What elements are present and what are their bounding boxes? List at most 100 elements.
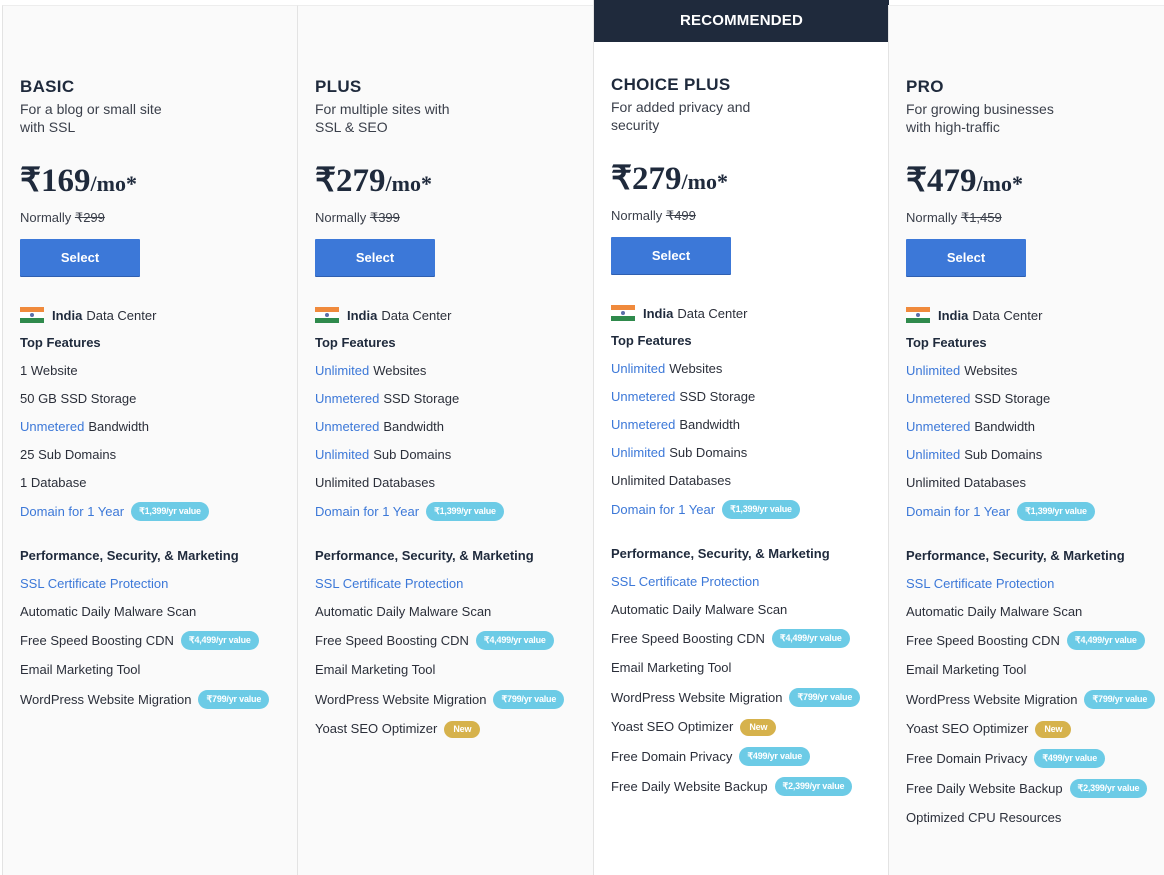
feature-item: Automatic Daily Malware Scan (315, 603, 585, 621)
feature-highlight[interactable]: Unmetered (611, 416, 675, 434)
normal-price: Normally ₹299 (20, 210, 290, 226)
feature-highlight[interactable]: Unmetered (315, 418, 379, 436)
feature-link[interactable]: SSL Certificate Protection (611, 573, 759, 591)
feature-item: 50 GB SSD Storage (20, 390, 290, 408)
feature-item: Free Domain Privacy ₹499/yr value (611, 747, 881, 766)
feature-item: 1 Website (20, 362, 290, 380)
feature-item: 1 Database (20, 474, 290, 492)
normally-label: Normally (611, 208, 663, 223)
plan-description: For a blog or small site with SSL (20, 101, 162, 135)
data-center-country: India (52, 307, 83, 323)
feature-item: SSL Certificate Protection (611, 573, 881, 591)
top-features-title: Top Features (906, 335, 987, 350)
feature-item: Unlimited Sub Domains (906, 446, 1164, 464)
new-badge: New (444, 720, 481, 738)
feature-highlight[interactable]: Unmetered (906, 418, 970, 436)
feature-text: Free Speed Boosting CDN (611, 630, 765, 646)
plan-name: BASIC (20, 77, 75, 96)
feature-text: Yoast SEO Optimizer (906, 721, 1029, 736)
feature-item: Free Speed Boosting CDN ₹4,499/yr value (906, 631, 1164, 650)
performance-features-list: SSL Certificate Protection Automatic Dail… (20, 575, 290, 709)
feature-item: Unlimited Databases (906, 474, 1164, 492)
feature-highlight[interactable]: Unlimited (906, 362, 960, 380)
feature-highlight[interactable]: Unmetered (20, 418, 84, 436)
feature-item: WordPress Website Migration ₹799/yr value (315, 690, 585, 709)
price-period: /mo* (681, 169, 728, 194)
feature-text: Bandwidth (974, 419, 1036, 434)
feature-item: Unlimited Sub Domains (315, 446, 585, 464)
feature-item: Optimized CPU Resources (906, 809, 1164, 827)
feature-link[interactable]: SSL Certificate Protection (315, 575, 463, 593)
feature-item: Unmetered Bandwidth (611, 416, 881, 434)
feature-highlight[interactable]: Unlimited (611, 360, 665, 378)
select-plan-button[interactable]: Select (611, 237, 731, 274)
feature-item: Domain for 1 Year ₹1,399/yr value (611, 500, 881, 519)
plan-card-pro: PRO For growing businesses with high-tra… (888, 5, 1164, 875)
value-badge: ₹499/yr value (739, 747, 811, 766)
select-plan-button[interactable]: Select (315, 239, 435, 276)
feature-item: Unmetered SSD Storage (906, 390, 1164, 408)
plan-card-plus: PLUS For multiple sites with SSL & SEO ₹… (297, 5, 593, 875)
feature-text: Bandwidth (679, 417, 741, 432)
value-badge: ₹4,499/yr value (180, 631, 259, 650)
normally-label: Normally (315, 210, 367, 225)
data-center: India Data Center (906, 306, 1164, 324)
india-flag-icon (611, 305, 635, 321)
value-badge: ₹799/yr value (789, 688, 861, 707)
value-badge: ₹1,399/yr value (1017, 502, 1095, 521)
feature-highlight[interactable]: Unmetered (315, 390, 379, 408)
feature-link[interactable]: Domain for 1 Year (315, 503, 419, 521)
feature-link[interactable]: SSL Certificate Protection (20, 575, 168, 593)
plan-name: PRO (906, 77, 944, 96)
feature-item: Yoast SEO Optimizer New (906, 720, 1164, 738)
feature-item: Unlimited Databases (611, 472, 881, 490)
feature-highlight[interactable]: Unmetered (611, 388, 675, 406)
feature-item: WordPress Website Migration ₹799/yr value (906, 690, 1164, 709)
feature-text: 1 Database (20, 475, 87, 490)
feature-text: SSD Storage (974, 391, 1051, 406)
feature-highlight[interactable]: Unlimited (906, 446, 960, 464)
feature-item: Domain for 1 Year ₹1,399/yr value (906, 502, 1164, 521)
plan-description: For added privacy and security (611, 99, 751, 133)
normally-label: Normally (20, 210, 72, 225)
india-flag-icon (20, 307, 44, 323)
feature-text: Free Daily Website Backup (906, 780, 1063, 796)
select-plan-button[interactable]: Select (20, 239, 140, 276)
feature-item: Unlimited Sub Domains (611, 444, 881, 462)
feature-highlight[interactable]: Unmetered (906, 390, 970, 408)
feature-link[interactable]: SSL Certificate Protection (906, 575, 1054, 593)
price-period: /mo* (976, 171, 1023, 196)
feature-text: Yoast SEO Optimizer (315, 721, 438, 736)
feature-text: Optimized CPU Resources (906, 810, 1062, 825)
feature-item: Yoast SEO Optimizer New (611, 718, 881, 736)
performance-title: Performance, Security, & Marketing (20, 548, 239, 563)
price-amount: ₹279 (611, 161, 682, 197)
feature-highlight[interactable]: Unlimited (611, 444, 665, 462)
feature-link[interactable]: Domain for 1 Year (20, 503, 124, 521)
feature-highlight[interactable]: Unlimited (315, 446, 369, 464)
feature-text: WordPress Website Migration (315, 691, 487, 707)
top-features-list: Unlimited Websites Unmetered SSD Storage Unm… (906, 362, 1164, 521)
feature-link[interactable]: Domain for 1 Year (906, 503, 1010, 521)
feature-text: WordPress Website Migration (611, 689, 783, 705)
feature-item: Automatic Daily Malware Scan (906, 603, 1164, 621)
plan-price: ₹169/mo* (20, 164, 290, 204)
select-plan-button[interactable]: Select (906, 239, 1026, 276)
data-center-country: India (347, 307, 378, 323)
value-badge: ₹1,399/yr value (722, 500, 800, 519)
india-flag-icon (315, 307, 339, 323)
feature-item: WordPress Website Migration ₹799/yr value (611, 688, 881, 707)
data-center-label: Data Center (972, 307, 1043, 323)
plan-price: ₹279/mo* (315, 164, 585, 204)
value-badge: ₹4,499/yr value (475, 631, 554, 650)
feature-highlight[interactable]: Unlimited (315, 362, 369, 380)
feature-item: Yoast SEO Optimizer New (315, 720, 585, 738)
feature-item: Free Speed Boosting CDN ₹4,499/yr value (315, 631, 585, 650)
feature-text: 50 GB SSD Storage (20, 391, 137, 406)
feature-text: Free Speed Boosting CDN (906, 632, 1060, 648)
feature-link[interactable]: Domain for 1 Year (611, 501, 715, 519)
feature-text: SSD Storage (679, 389, 756, 404)
performance-features-list: SSL Certificate Protection Automatic Dail… (611, 573, 881, 796)
feature-text: Unlimited Databases (906, 475, 1026, 490)
plan-card-choice-plus: RECOMMENDED CHOICE PLUS For added privac… (593, 0, 889, 875)
